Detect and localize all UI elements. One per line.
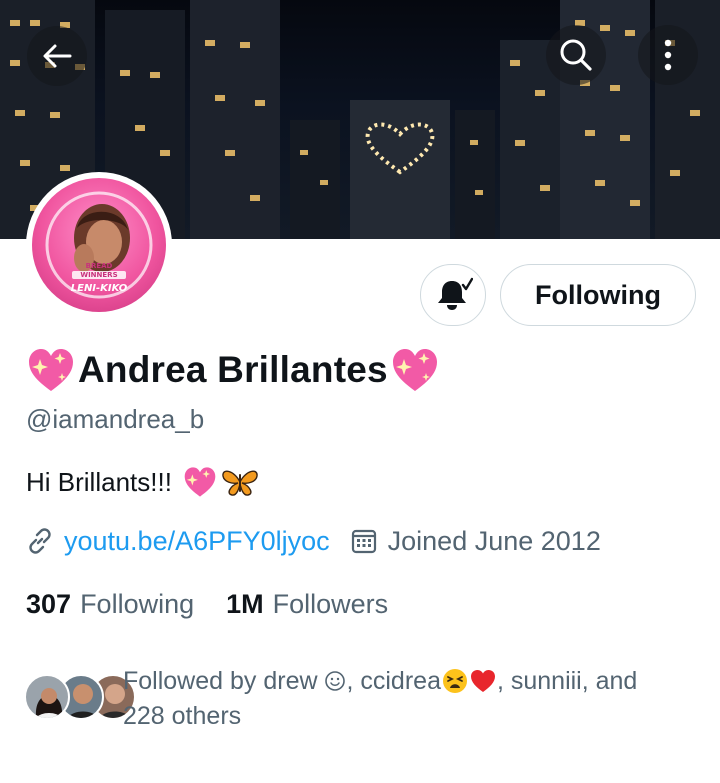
avatar-text-line1: BREAD <box>85 262 113 270</box>
notifications-button[interactable] <box>420 264 486 326</box>
profile-avatar[interactable]: BREAD WINNERS LENI-KIKO <box>26 172 172 318</box>
back-button[interactable] <box>27 26 87 86</box>
profile-link[interactable]: youtu.be/A6PFY0ljyoc <box>64 526 330 557</box>
bio-text: Hi Brillants!!! <box>26 466 172 497</box>
profile-meta: youtu.be/A6PFY0ljyoc Joined June 2012 <box>26 520 601 562</box>
more-vertical-icon <box>664 39 672 71</box>
search-button[interactable] <box>546 25 606 85</box>
joined-date: Joined June 2012 <box>387 525 601 556</box>
arrow-left-icon <box>43 44 72 68</box>
tired-face-icon <box>442 669 467 693</box>
following-count-link[interactable]: 307 Following <box>26 589 194 620</box>
followed-by-part3: , sunniii, and <box>496 667 638 695</box>
following-count: 307 <box>26 588 72 619</box>
followers-count: 1M <box>226 588 264 619</box>
smiley-icon <box>325 671 346 691</box>
display-name: Andrea Brillantes <box>78 349 388 390</box>
followers-count-link[interactable]: 1M Followers <box>226 589 388 620</box>
avatar-image: BREAD WINNERS LENI-KIKO <box>32 178 166 312</box>
calendar-icon <box>351 529 376 554</box>
sparkling-heart-icon <box>392 349 437 391</box>
sparkling-heart-icon <box>184 467 216 497</box>
followed-by-text: Followed by drew , ccidrea , sunniii, and… <box>123 664 693 734</box>
search-icon <box>560 39 592 71</box>
sparkling-heart-icon <box>29 349 73 391</box>
follow-counts: 307 Following 1M Followers <box>26 584 388 624</box>
display-name-row: Andrea Brillantes <box>26 344 440 396</box>
butterfly-icon <box>222 470 258 496</box>
followed-by-others: 228 others <box>123 702 242 730</box>
following-count-label: Following <box>80 588 195 619</box>
bell-check-icon <box>438 277 473 310</box>
follower-avatar <box>24 674 70 720</box>
followers-count-label: Followers <box>272 588 389 619</box>
followed-by-section[interactable]: Followed by drew , ccidrea , sunniii, and… <box>20 664 700 740</box>
profile-handle: @iamandrea_b <box>26 404 205 434</box>
link-icon <box>29 528 51 554</box>
following-button[interactable]: Following <box>500 264 696 326</box>
profile-bio: Hi Brillants!!! <box>26 462 260 502</box>
avatar-text-line3: LENI-KIKO <box>70 283 128 294</box>
followed-by-prefix: Followed by drew <box>123 667 325 695</box>
red-heart-icon <box>470 670 495 692</box>
avatar-text-line2: WINNERS <box>80 271 118 279</box>
followed-by-part2: , ccidrea <box>346 667 441 695</box>
more-options-button[interactable] <box>638 25 698 85</box>
